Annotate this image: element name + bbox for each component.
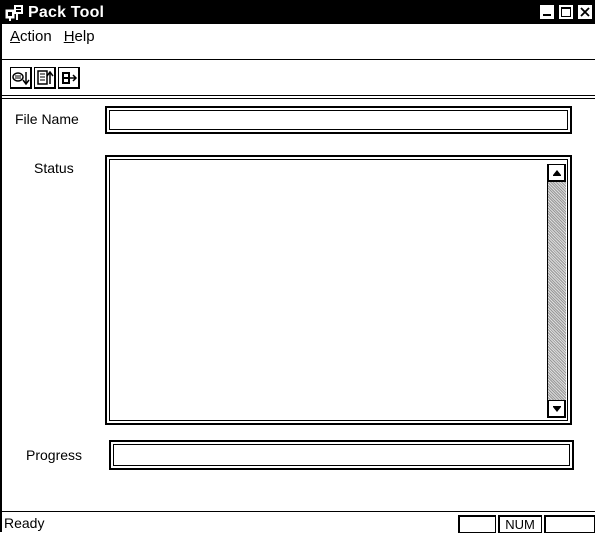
arrow-up-icon bbox=[553, 170, 561, 176]
scroll-down-button[interactable] bbox=[548, 400, 566, 418]
menu-bar: Action Help bbox=[2, 24, 595, 48]
pack-button[interactable] bbox=[10, 67, 32, 89]
file-name-input[interactable] bbox=[109, 110, 568, 130]
arrow-down-icon bbox=[553, 406, 561, 412]
scroll-up-button[interactable] bbox=[548, 164, 566, 182]
status-pane-scroll bbox=[544, 515, 595, 533]
status-bar: Ready NUM bbox=[2, 512, 595, 534]
exit-icon bbox=[62, 72, 78, 84]
minimize-button[interactable] bbox=[539, 4, 555, 20]
close-button[interactable] bbox=[577, 4, 593, 20]
unpack-button[interactable] bbox=[34, 67, 56, 89]
status-bar-text: Ready bbox=[4, 515, 45, 531]
num-lock-indicator: NUM bbox=[498, 515, 542, 533]
progress-label: Progress bbox=[26, 447, 83, 463]
pack-icon bbox=[12, 72, 30, 86]
toolbar-separator-top bbox=[2, 95, 595, 96]
status-label: Status bbox=[34, 160, 74, 176]
close-icon bbox=[580, 7, 590, 17]
progress-fill-area bbox=[113, 444, 570, 466]
exit-button[interactable] bbox=[58, 67, 80, 89]
app-window: Pack Tool Action Help File Name Status P… bbox=[0, 0, 595, 534]
unpack-icon bbox=[37, 70, 54, 85]
progress-bar bbox=[109, 440, 574, 470]
status-pane-empty bbox=[458, 515, 496, 533]
status-scrollbar[interactable] bbox=[547, 164, 566, 418]
toolbar bbox=[2, 62, 595, 94]
status-text-area[interactable] bbox=[109, 159, 568, 421]
status-box bbox=[105, 155, 572, 425]
menu-separator bbox=[2, 59, 595, 60]
file-name-field[interactable] bbox=[105, 106, 572, 134]
file-name-label: File Name bbox=[15, 111, 79, 127]
menu-action[interactable]: Action bbox=[10, 28, 52, 45]
menu-help[interactable]: Help bbox=[64, 28, 95, 45]
pack-tool-app-icon[interactable] bbox=[4, 3, 26, 23]
title-bar[interactable]: Pack Tool bbox=[2, 2, 595, 24]
minimize-icon bbox=[543, 14, 551, 16]
toolbar-separator-bottom bbox=[2, 98, 595, 99]
maximize-button[interactable] bbox=[558, 4, 574, 20]
maximize-icon bbox=[561, 7, 571, 17]
window-title: Pack Tool bbox=[28, 4, 105, 21]
